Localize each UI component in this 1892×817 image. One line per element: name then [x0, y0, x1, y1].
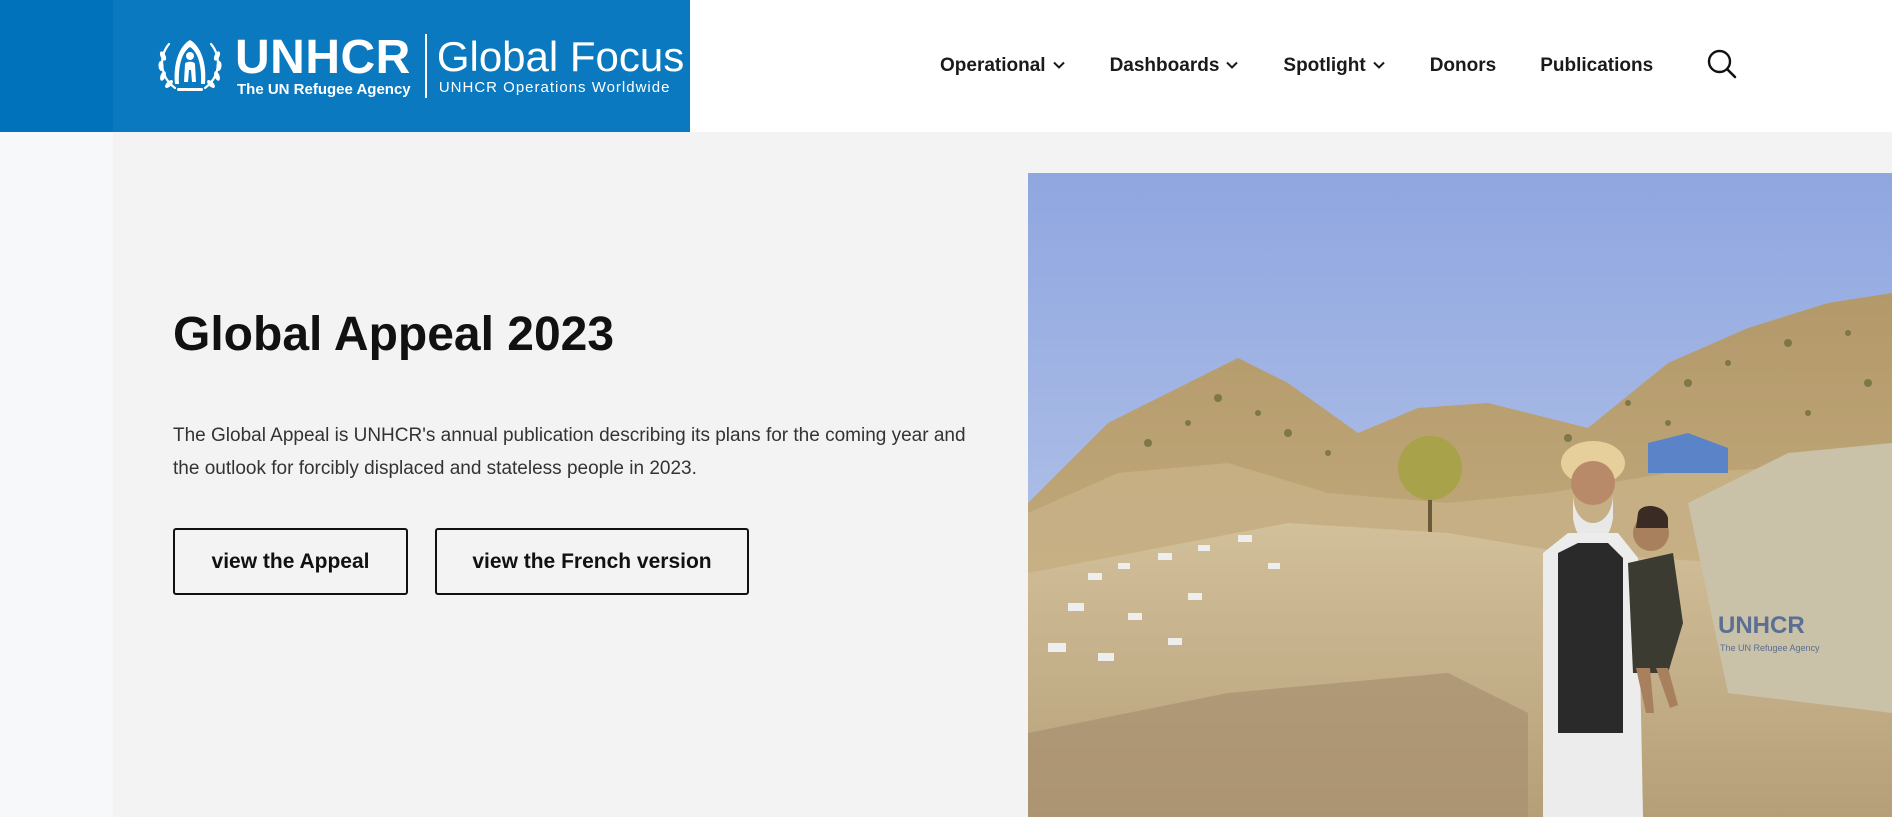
chevron-down-icon	[1226, 61, 1239, 69]
brand-divider	[424, 34, 427, 98]
search-button[interactable]	[1706, 48, 1738, 80]
site-name: Global Focus UNHCR Operations Worldwide	[437, 35, 684, 97]
tent-print-tagline: The UN Refugee Agency	[1720, 643, 1820, 653]
hero-photo-illustration: UNHCR The UN Refugee Agency	[1028, 173, 1892, 817]
search-icon	[1707, 49, 1737, 79]
nav-item-dashboards[interactable]: Dashboards	[1110, 55, 1240, 77]
chevron-down-icon	[1372, 61, 1385, 69]
nav-item-label: Spotlight	[1283, 55, 1366, 76]
nav-item-label: Operational	[940, 55, 1046, 76]
tent-print-name: UNHCR	[1718, 612, 1805, 639]
hero-photo: UNHCR The UN Refugee Agency	[1028, 173, 1892, 817]
nav-item-label: Donors	[1429, 55, 1497, 76]
org-name: UNHCR	[235, 31, 411, 84]
nav-item-donors[interactable]: Donors	[1430, 55, 1497, 77]
site-subtitle: UNHCR Operations Worldwide	[438, 79, 671, 96]
nav-item-publications[interactable]: Publications	[1540, 55, 1653, 77]
view-appeal-button[interactable]: view the Appeal	[173, 528, 408, 595]
unhcr-emblem-icon	[158, 40, 222, 91]
nav-item-label: Publications	[1540, 55, 1654, 76]
main-nav: Operational Dashboards Spotlight Donors …	[940, 0, 1697, 132]
nav-item-spotlight[interactable]: Spotlight	[1283, 55, 1385, 77]
view-french-version-button[interactable]: view the French version	[435, 528, 749, 595]
page-title: Global Appeal 2023	[173, 308, 615, 361]
nav-item-operational[interactable]: Operational	[940, 55, 1066, 77]
site-header: UNHCR The UN Refugee Agency Global Focus…	[0, 0, 1892, 132]
chevron-down-icon	[1052, 61, 1065, 69]
unhcr-wordmark: UNHCR The UN Refugee Agency	[235, 34, 411, 98]
unhcr-logo-link[interactable]: UNHCR The UN Refugee Agency Global Focus…	[155, 30, 684, 102]
hero-description: The Global Appeal is UNHCR's annual publ…	[173, 425, 966, 479]
org-tagline: The UN Refugee Agency	[237, 81, 411, 98]
nav-item-label: Dashboards	[1109, 55, 1220, 76]
site-title: Global Focus	[436, 33, 685, 80]
